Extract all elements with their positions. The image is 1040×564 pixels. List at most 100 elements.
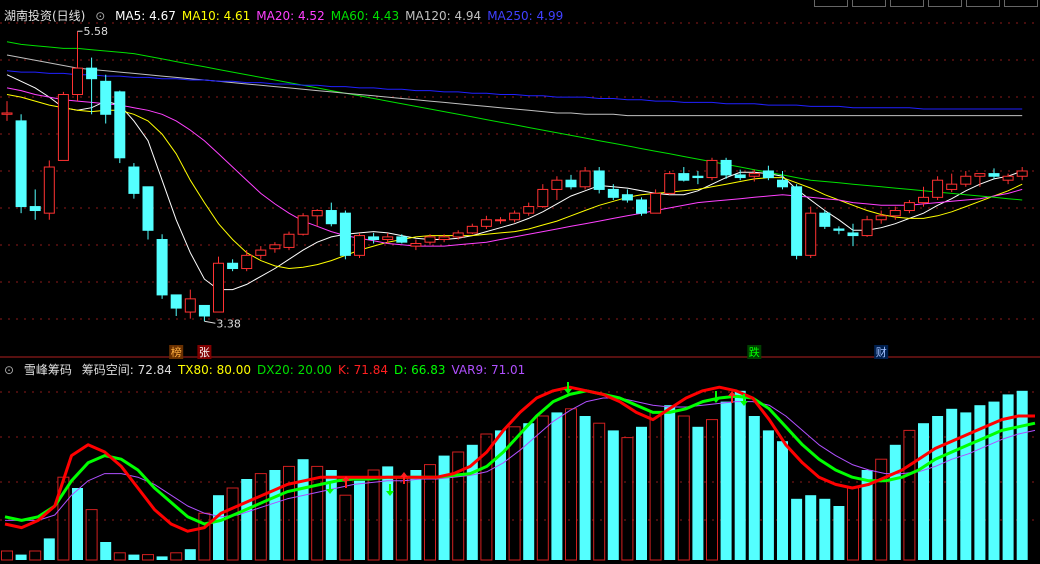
candle-body	[791, 186, 803, 256]
candle	[72, 31, 83, 102]
indicator-bar	[903, 429, 916, 561]
chart-stage: 5.58 3.38 榜 张 跌 财	[0, 22, 1040, 561]
candle-body	[946, 183, 958, 190]
candle-body	[509, 212, 521, 221]
indicator-panel[interactable]	[1, 382, 1036, 561]
candle	[875, 210, 887, 224]
ma-label-4: MA120: 4.94	[405, 9, 482, 23]
candle	[184, 289, 196, 319]
candle	[523, 202, 535, 216]
price-panel-header: 湖南投资(日线) ⊙ MA5: 4.67 MA10: 4.61 MA20: 4.52…	[4, 6, 575, 26]
candle-body	[198, 304, 210, 317]
indicator-bar	[791, 498, 803, 560]
candle	[805, 206, 817, 258]
candle-body	[889, 210, 901, 217]
indicator-bar	[283, 465, 295, 561]
ma-label-5: MA250: 4.99	[487, 9, 564, 23]
indicator-bar	[621, 437, 634, 561]
indicator-bar	[565, 408, 577, 561]
toolbar-tab[interactable]	[928, 0, 962, 7]
ma-label-0: MA5: 4.67	[115, 9, 176, 23]
indicator-bar	[354, 480, 365, 560]
indicator-bar	[269, 470, 281, 560]
candle	[241, 250, 253, 272]
toolbar-tab[interactable]	[890, 0, 924, 7]
toolbar-tab[interactable]	[814, 0, 848, 7]
candle-body	[932, 179, 944, 198]
candle-body	[664, 173, 676, 194]
settings-circle-icon[interactable]: ⊙	[4, 363, 14, 377]
candle-body	[918, 196, 929, 204]
candle-body	[579, 170, 591, 188]
candle-body	[805, 212, 817, 256]
candle-body	[762, 170, 774, 179]
candle	[213, 256, 224, 313]
candle-body	[325, 210, 337, 225]
candle-body	[720, 159, 732, 176]
candle-body	[678, 173, 690, 181]
candle	[579, 167, 591, 190]
indicator-panel-header: ⊙ 雪峰筹码 筹码空间: 72.84 TX80: 80.00 DX20: 20.00…	[4, 360, 537, 380]
candle	[410, 239, 422, 251]
event-marker-label: 榜	[171, 345, 182, 359]
candle-body	[100, 80, 112, 115]
candle-body	[142, 186, 154, 231]
candle-body	[57, 94, 69, 161]
toolbar-tab[interactable]	[1004, 0, 1038, 7]
signal-arrow-head	[400, 472, 408, 477]
candle-body	[297, 215, 309, 235]
indicator-bar	[819, 498, 831, 560]
candle	[664, 170, 676, 195]
candle-body	[480, 219, 492, 227]
candle-body	[621, 194, 633, 201]
indicator-bar	[932, 416, 944, 560]
candle	[170, 294, 182, 316]
candle-body	[636, 199, 647, 214]
stock-title[interactable]: 湖南投资(日线)	[4, 9, 85, 23]
candle	[297, 213, 309, 236]
indicator-bar	[833, 506, 845, 560]
candle-body	[692, 175, 704, 179]
indicator-bar	[875, 458, 888, 561]
candle-body	[607, 188, 619, 198]
high-price-label: 5.58	[84, 25, 109, 38]
indicator-bar	[777, 441, 788, 560]
candle-body	[777, 179, 788, 188]
settings-circle-icon[interactable]: ⊙	[95, 9, 105, 23]
event-marker: 榜	[169, 345, 184, 359]
event-marker: 财	[874, 345, 889, 359]
indicator-bar	[579, 416, 591, 560]
candle	[57, 91, 69, 161]
indicator-bar	[241, 479, 253, 560]
candle	[480, 215, 492, 229]
candle-body	[269, 244, 281, 250]
indicator-bar	[213, 495, 224, 560]
indicator-bar	[85, 509, 98, 561]
toolbar-tab[interactable]	[966, 0, 1000, 7]
candle-body	[1, 112, 13, 115]
candle-body	[86, 67, 98, 80]
toolbar-tab[interactable]	[852, 0, 886, 7]
candle-body	[255, 249, 267, 256]
indicator-label-2: DX20: 20.00	[256, 363, 332, 377]
event-marker: 跌	[747, 345, 762, 359]
candle-body	[424, 236, 436, 243]
candle-body	[382, 236, 394, 241]
candle-body	[875, 215, 887, 221]
indicator-label-4: D: 66.83	[394, 363, 446, 377]
price-panel[interactable]: 5.58 3.38 榜 张 跌 财	[1, 25, 1028, 359]
indicator-bar	[72, 488, 83, 560]
indicator-bar	[847, 487, 859, 561]
candle	[678, 167, 690, 182]
ma-line-ma120	[6, 54, 1023, 117]
candle-body	[170, 294, 182, 309]
ma-line-ma60	[6, 41, 1023, 201]
candle	[777, 170, 788, 190]
indicator-bar	[551, 412, 563, 560]
low-price-label: 3.38	[216, 317, 241, 330]
candle-body	[466, 225, 478, 234]
event-marker-label: 张	[199, 346, 210, 359]
candle	[466, 223, 478, 235]
indicator-title[interactable]: 雪峰筹码	[24, 363, 72, 377]
indicator-bar	[156, 556, 168, 560]
